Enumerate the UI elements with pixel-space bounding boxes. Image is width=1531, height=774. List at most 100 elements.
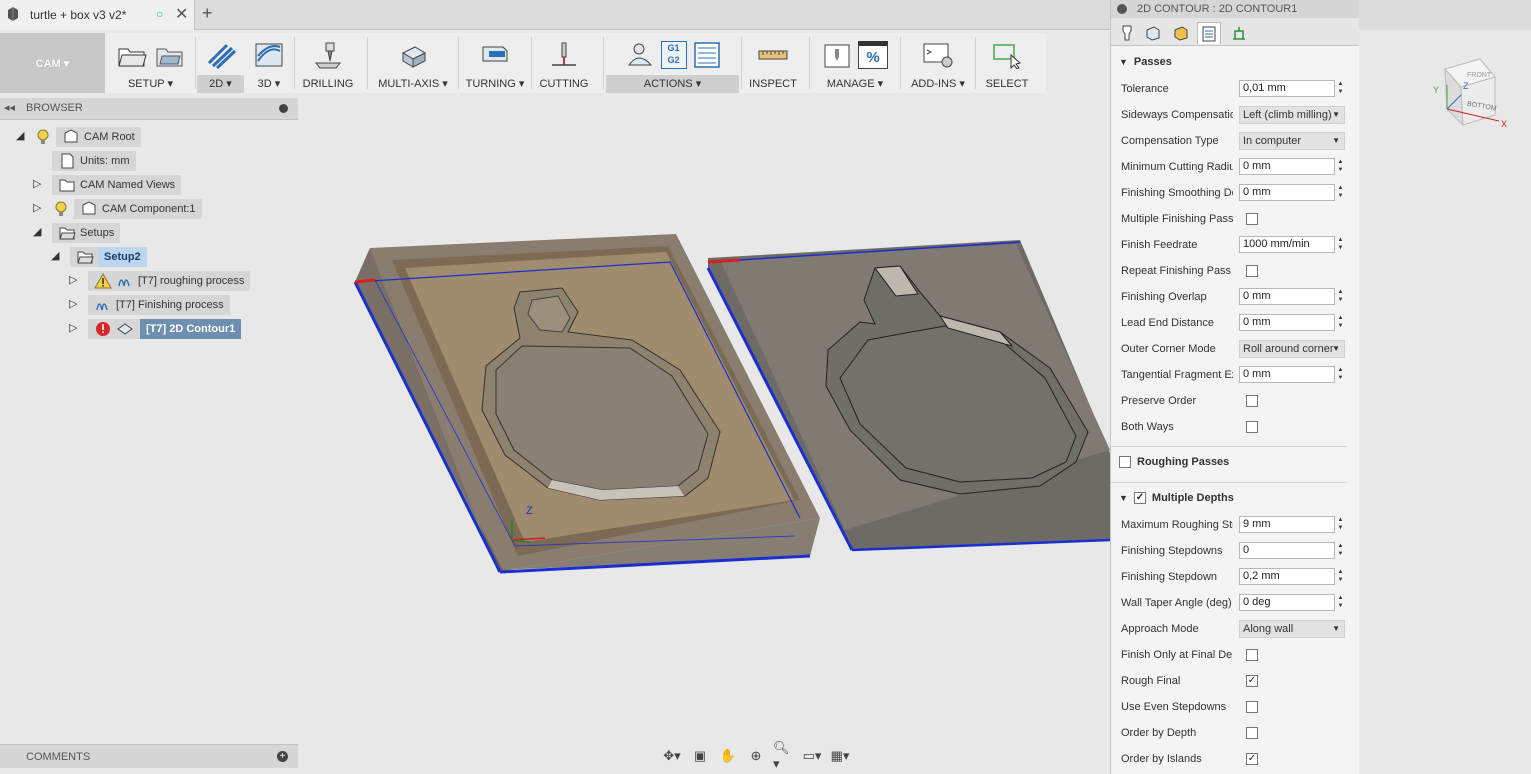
roughing-passes-header[interactable]: Roughing Passes [1119,456,1229,468]
min-cutting-radius-input[interactable]: 0 mm [1239,158,1335,175]
3d-group[interactable]: 3D ▾ [246,33,292,93]
manage-group[interactable]: % MANAGE ▾ [812,33,898,93]
expand-triangle-icon[interactable]: ▷ [69,273,77,286]
tree-item-cam-root[interactable]: CAM Root [34,127,141,147]
grid-settings-icon[interactable]: ▦▾ [829,746,851,766]
new-tab-button[interactable]: + [202,3,213,24]
spinner-icon[interactable]: ▲ ▼ [1336,80,1345,97]
select-value: In computer [1243,135,1302,147]
tree-item-cam-component[interactable]: CAM Component:1 [52,199,202,219]
order-by-depth-checkbox[interactable] [1246,727,1258,739]
dialog-menu-icon[interactable] [1117,4,1127,14]
comments-bar[interactable]: COMMENTS + [0,744,298,768]
display-settings-icon[interactable]: ▭▾ [801,746,823,766]
turning-group[interactable]: TURNING ▾ [461,33,529,93]
collapse-triangle-icon[interactable]: ◢ [33,225,41,238]
spinner-icon[interactable]: ▲ ▼ [1336,288,1345,305]
rough-final-checkbox[interactable]: ✓ [1246,675,1258,687]
3d-viewport[interactable]: Z [300,200,1110,580]
zoom-window-icon[interactable]: ⊕ [745,746,767,766]
tree-item-setup2[interactable]: Setup2 [70,247,147,267]
multiple-depths-checkbox[interactable]: ✓ [1133,492,1146,504]
tangential-fragment-input[interactable]: 0 mm [1239,366,1335,383]
spinner-icon[interactable]: ▲ ▼ [1336,568,1345,585]
passes-section-header[interactable]: ▼ Passes [1119,56,1172,68]
spinner-icon[interactable]: ▲ ▼ [1336,184,1345,201]
dialog-tabs [1111,18,1359,46]
inspect-group[interactable]: INSPECT [744,33,802,93]
spinner-icon[interactable]: ▲ ▼ [1336,594,1345,611]
actions-group[interactable]: G1 G2 ACTIONS ▾ [606,33,739,93]
max-roughing-stepdown-input[interactable]: 9 mm [1239,516,1335,533]
tree-item-units[interactable]: Units: mm [52,151,136,171]
browser-pin-icon[interactable] [279,104,288,113]
spinner-icon[interactable]: ▲ ▼ [1336,542,1345,559]
finishing-stepdowns-input[interactable]: 0 [1239,542,1335,559]
setup-group[interactable]: SETUP ▾ [108,33,193,93]
viewcube[interactable]: FRONT BOTTOM Y X Z [1425,55,1515,135]
spinner-icon[interactable]: ▲ ▼ [1336,158,1345,175]
tab-linking[interactable] [1227,22,1251,44]
pan-hand-icon[interactable]: ✋ [717,746,739,766]
tool-tab-icon [1122,25,1132,41]
finish-feedrate-input[interactable]: 1000 mm/min [1239,236,1335,253]
orbit-icon[interactable]: ✥▾ [661,746,683,766]
wall-taper-angle-input[interactable]: 0 deg [1239,594,1335,611]
repeat-finishing-checkbox[interactable] [1246,265,1258,277]
measure-icon [758,50,788,60]
lead-end-distance-input[interactable]: 0 mm [1239,314,1335,331]
close-tab-icon[interactable]: ✕ [175,4,188,24]
tree-item-setups[interactable]: Setups [52,223,121,243]
spinner-icon[interactable]: ▲ ▼ [1336,314,1345,331]
finishing-stepdown-input[interactable]: 0,2 mm [1239,568,1335,585]
document-tab[interactable]: turtle + box v3 v2* ○ ✕ [0,0,195,30]
add-ins-group[interactable]: ADD-INS ▾ [903,33,973,93]
multi-axis-group[interactable]: MULTI-AXIS ▾ [370,33,456,93]
tree-item-roughing[interactable]: [T7] roughing process [88,271,251,291]
finish-only-final-checkbox[interactable] [1246,649,1258,661]
finishing-smoothing-input[interactable]: 0 mm [1239,184,1335,201]
both-ways-checkbox[interactable] [1246,421,1258,433]
roughing-passes-checkbox[interactable] [1119,456,1131,468]
tab-passes[interactable] [1197,22,1221,44]
order-by-islands-checkbox[interactable]: ✓ [1246,753,1258,765]
tab-heights[interactable] [1169,22,1193,44]
add-comment-icon[interactable]: + [277,751,288,762]
tree-item-named-views[interactable]: CAM Named Views [52,175,182,195]
use-even-stepdowns-checkbox[interactable] [1246,701,1258,713]
select-group[interactable]: SELECT [978,33,1036,93]
zoom-icon[interactable]: 🔍︎▾ [773,740,795,771]
finishing-overlap-input[interactable]: 0 mm [1239,288,1335,305]
component-icon [82,201,96,215]
multiple-finishing-checkbox[interactable] [1246,213,1258,225]
expand-triangle-icon[interactable]: ▷ [33,177,41,190]
dialog-title: 2D CONTOUR : 2D CONTOUR1 [1137,3,1298,15]
approach-mode-select[interactable]: Along wall ▼ [1239,620,1345,638]
workspace-switcher[interactable]: CAM ▾ [0,33,105,93]
outer-corner-mode-select[interactable]: Roll around corner ▼ [1239,340,1345,358]
save-status-icon: ○ [156,7,164,21]
drilling-group[interactable]: DRILLING [296,33,360,93]
collapse-triangle-icon[interactable]: ◢ [16,129,24,142]
collapse-triangle-icon[interactable]: ◢ [51,249,59,262]
cutting-group[interactable]: CUTTING [534,33,594,93]
expand-triangle-icon[interactable]: ▷ [69,321,77,334]
spinner-icon[interactable]: ▲ ▼ [1336,236,1345,253]
spinner-icon[interactable]: ▲ ▼ [1336,516,1345,533]
multiple-depths-header[interactable]: ▼ ✓ Multiple Depths [1119,492,1234,504]
tree-item-2d-contour[interactable]: [T7] 2D Contour1 [88,319,242,339]
tab-tool[interactable] [1115,22,1139,44]
tab-geometry[interactable] [1141,22,1165,44]
sideways-compensation-select[interactable]: Left (climb milling) ▼ [1239,106,1345,124]
expand-triangle-icon[interactable]: ▷ [33,201,41,214]
spinner-icon[interactable]: ▲ ▼ [1336,366,1345,383]
2d-group[interactable]: 2D ▾ [197,33,244,93]
preserve-order-checkbox[interactable] [1246,395,1258,407]
collapse-browser-icon[interactable]: ◂◂ [4,101,15,114]
3d-toolpath-icon [255,43,283,67]
look-at-icon[interactable]: ▣ [689,746,711,766]
tree-item-finishing[interactable]: [T7] Finishing process [88,295,230,315]
expand-triangle-icon[interactable]: ▷ [69,297,77,310]
compensation-type-select[interactable]: In computer ▼ [1239,132,1345,150]
tolerance-input[interactable]: 0,01 mm [1239,80,1335,97]
